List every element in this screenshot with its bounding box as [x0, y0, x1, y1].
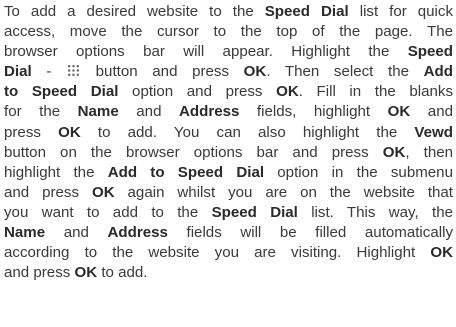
bold-term: Address: [179, 103, 240, 121]
text-run: option in the submenu: [264, 163, 453, 181]
text-run: to add.: [97, 264, 148, 282]
text-run: -: [31, 63, 67, 81]
text-run: browser options bar will appear. Highlig…: [4, 43, 408, 61]
text-run: access, move the cursor to the top of th…: [4, 23, 453, 41]
text-run: according to the website you are visitin…: [4, 244, 431, 262]
text-line: button on the browser options bar and pr…: [4, 143, 453, 163]
bold-term: Add: [423, 63, 453, 81]
text-line: browser options bar will appear. Highlig…: [4, 42, 453, 62]
bold-term: OK: [58, 123, 81, 141]
bold-term: Vewd: [414, 123, 453, 141]
text-run: option and press: [118, 83, 277, 101]
bold-term: Name: [77, 103, 119, 121]
text-run: list. This way, the: [297, 203, 453, 221]
bold-term: OK: [74, 264, 98, 282]
text-run: again whilst you are on the website that: [114, 183, 454, 201]
text-run: press: [4, 123, 59, 141]
bold-term: Name: [4, 224, 46, 242]
text-line: you want to add to the Speed Dial list. …: [4, 203, 453, 223]
text-run: you want to add to the: [4, 203, 212, 221]
bold-term: OK: [430, 244, 453, 262]
text-run: button on the browser options bar and pr…: [4, 143, 383, 161]
text-line: according to the website you are visitin…: [4, 243, 453, 263]
text-run: . Then select the: [266, 63, 424, 81]
text-line: and press OK to add.: [4, 263, 453, 283]
bold-term: Speed: [407, 43, 453, 61]
bold-term: OK: [382, 143, 406, 161]
bold-term: to Speed Dial: [4, 83, 119, 101]
text-line: Dial - button and press OK. Then select …: [4, 62, 453, 82]
text-run: and press: [4, 183, 92, 201]
text-line: and press OK again whilst you are on the…: [4, 183, 453, 203]
text-line: To add a desired website to the Speed Di…: [4, 2, 453, 22]
instruction-paragraph: To add a desired website to the Speed Di…: [4, 2, 453, 283]
text-run: fields will be filled automatically: [167, 224, 453, 242]
text-line: for the Name and Address fields, highlig…: [4, 102, 453, 122]
text-run: and: [45, 224, 108, 242]
bold-term: OK: [387, 103, 411, 121]
bold-term: Address: [107, 224, 168, 242]
text-run: and press: [4, 264, 75, 282]
text-run: , then: [405, 143, 454, 161]
text-run: highlight the: [4, 163, 108, 181]
text-run: and: [118, 103, 179, 121]
text-run: for the: [4, 103, 78, 121]
bold-term: Speed Dial: [264, 3, 349, 20]
text-run: . Fill in the blanks: [298, 83, 453, 101]
text-run: To add a desired website to the: [4, 3, 265, 20]
bold-term: Add to Speed Dial: [107, 163, 265, 181]
text-run: to add. You can also highlight the: [80, 123, 415, 141]
text-line: press OK to add. You can also highlight …: [4, 123, 453, 143]
text-run: fields, highlight: [239, 103, 388, 121]
text-line: access, move the cursor to the top of th…: [4, 22, 453, 42]
bold-term: Speed Dial: [211, 203, 298, 221]
text-run: button and press: [81, 63, 244, 81]
grid-icon: [67, 64, 81, 78]
bold-term: OK: [91, 183, 115, 201]
text-run: and: [410, 103, 453, 121]
text-line: highlight the Add to Speed Dial option i…: [4, 163, 453, 183]
bold-term: OK: [276, 83, 299, 101]
text-line: to Speed Dial option and press OK. Fill …: [4, 82, 453, 102]
bold-term: Dial: [4, 63, 32, 81]
bold-term: OK: [243, 63, 267, 81]
text-line: Name and Address fields will be filled a…: [4, 223, 453, 243]
text-run: list for quick: [348, 3, 454, 20]
